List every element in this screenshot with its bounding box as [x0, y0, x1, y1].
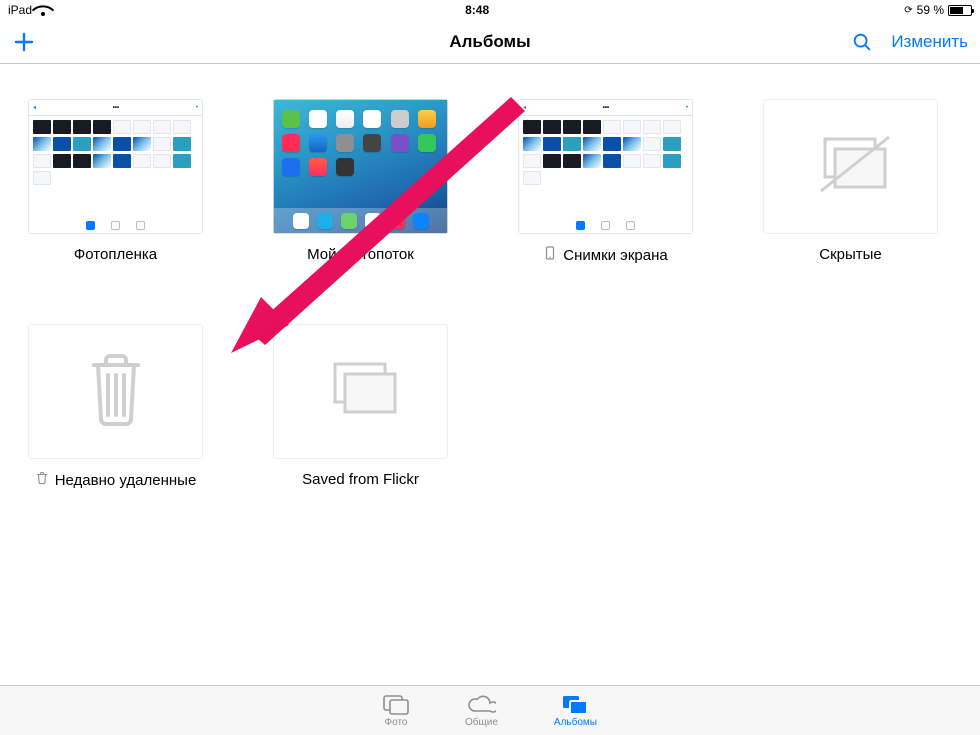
album-title: Снимки экрана: [563, 247, 667, 264]
album-screenshots[interactable]: ◂•••• Снимки экрана: [518, 99, 693, 264]
tab-label: Альбомы: [554, 717, 597, 728]
album-recently-deleted[interactable]: Недавно удаленные: [28, 324, 203, 489]
device-label: iPad: [8, 3, 32, 17]
album-thumbnail: ◂••••: [28, 99, 203, 234]
album-thumbnail: ◂••••: [518, 99, 693, 234]
album-hidden[interactable]: Скрытые: [763, 99, 938, 264]
album-saved-flickr[interactable]: Saved from Flickr: [273, 324, 448, 489]
album-photostream[interactable]: Мой фотопоток: [273, 99, 448, 264]
tab-shared[interactable]: Общие: [465, 693, 498, 728]
trash-icon-large: [84, 349, 148, 434]
battery-icon: [948, 5, 972, 16]
tab-bar: Фото Общие Альбомы: [0, 685, 980, 735]
tab-label: Общие: [465, 717, 498, 728]
album-thumbnail: [763, 99, 938, 234]
tab-albums[interactable]: Альбомы: [554, 693, 597, 728]
orientation-lock-icon: ⟳: [904, 5, 912, 16]
tab-photos[interactable]: Фото: [383, 693, 409, 728]
album-title: Недавно удаленные: [55, 472, 197, 489]
search-button[interactable]: [851, 31, 873, 53]
stack-icon: [317, 356, 405, 427]
album-thumbnail: [273, 324, 448, 459]
album-title: Saved from Flickr: [302, 471, 419, 488]
photos-icon: [383, 693, 409, 715]
page-title: Альбомы: [449, 32, 530, 52]
trash-icon: [35, 471, 49, 489]
nav-bar: Альбомы Изменить: [0, 20, 980, 64]
album-title: Фотопленка: [74, 246, 157, 263]
album-camera-roll[interactable]: ◂•••• Фотопленка: [28, 99, 203, 264]
album-thumbnail: [273, 99, 448, 234]
albums-grid-container: ◂•••• Фотопленка: [0, 64, 980, 489]
albums-icon: [562, 693, 588, 715]
hidden-icon: [807, 131, 895, 202]
edit-button[interactable]: Изменить: [891, 32, 968, 52]
cloud-icon: [466, 693, 496, 715]
add-button[interactable]: [12, 30, 36, 54]
tab-label: Фото: [385, 717, 408, 728]
album-title: Мой фотопоток: [307, 246, 414, 263]
wifi-icon: [36, 4, 50, 16]
album-thumbnail: [28, 324, 203, 459]
battery-text: 59 %: [917, 3, 944, 17]
status-time: 8:48: [465, 3, 489, 17]
status-bar: iPad 8:48 ⟳ 59 %: [0, 0, 980, 20]
device-icon: [543, 246, 557, 264]
album-title: Скрытые: [819, 246, 882, 263]
